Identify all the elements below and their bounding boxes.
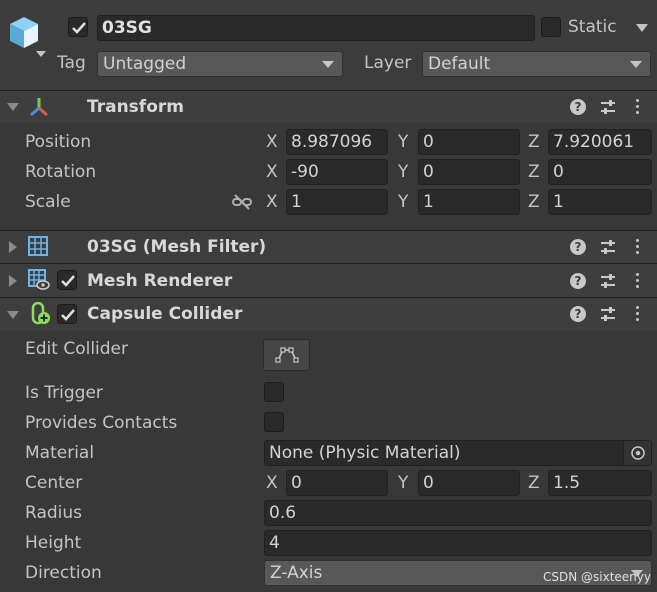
axis-z-label[interactable]: Z: [528, 473, 540, 493]
is-trigger-label: Is Trigger: [25, 383, 103, 403]
mesh-filter-title: 03SG (Mesh Filter): [87, 237, 267, 257]
mesh-filter-icon: [28, 236, 48, 261]
foldout-collapsed-icon[interactable]: [9, 241, 17, 253]
scale-label: Scale: [25, 192, 71, 212]
presets-icon[interactable]: [599, 305, 617, 328]
foldout-expanded-icon[interactable]: [7, 103, 19, 111]
gameobject-cube-icon[interactable]: [6, 14, 48, 63]
help-icon[interactable]: ?: [570, 306, 586, 322]
axis-x-label[interactable]: X: [266, 132, 278, 152]
axis-y-label[interactable]: Y: [398, 473, 408, 493]
height-field[interactable]: 4: [264, 530, 652, 556]
active-checkbox[interactable]: [68, 17, 88, 37]
mesh-renderer-title: Mesh Renderer: [87, 271, 233, 291]
edit-collider-label: Edit Collider: [25, 339, 129, 359]
gameobject-header: 03SG Static Tag Untagged Layer Default: [0, 0, 657, 90]
unlink-icon[interactable]: [231, 193, 253, 216]
position-z-field[interactable]: 7.920061: [548, 129, 652, 155]
foldout-expanded-icon[interactable]: [7, 311, 19, 319]
presets-icon[interactable]: [599, 272, 617, 295]
material-label: Material: [25, 443, 95, 463]
help-icon[interactable]: ?: [570, 273, 586, 289]
mesh-renderer-icon: [28, 269, 50, 296]
chevron-down-icon: [630, 61, 642, 68]
capsule-collider-title: Capsule Collider: [87, 304, 243, 324]
height-label: Height: [25, 533, 82, 553]
rotation-x-field[interactable]: -90: [286, 159, 388, 185]
mesh-renderer-header[interactable]: Mesh Renderer ?: [0, 263, 657, 297]
context-menu-icon[interactable]: [636, 273, 640, 291]
static-label: Static: [568, 17, 617, 37]
scale-z-field[interactable]: 1: [548, 189, 652, 215]
mesh-renderer-enabled-checkbox[interactable]: [57, 270, 77, 290]
material-value: None (Physic Material): [269, 443, 461, 463]
transform-icon: [28, 96, 50, 123]
rotation-z-field[interactable]: 0: [548, 159, 652, 185]
transform-body: Position X 8.987096 Y 0 Z 7.920061 Rotat…: [0, 122, 657, 230]
center-z-field[interactable]: 1.5: [548, 470, 652, 496]
provides-contacts-checkbox[interactable]: [264, 412, 284, 432]
transform-title: Transform: [87, 97, 184, 117]
chevron-down-icon: [322, 61, 334, 68]
provides-contacts-label: Provides Contacts: [25, 413, 178, 433]
position-label: Position: [25, 132, 92, 152]
axis-z-label[interactable]: Z: [528, 162, 540, 182]
help-icon[interactable]: ?: [570, 99, 586, 115]
capsule-collider-icon: [30, 301, 52, 331]
axis-z-label[interactable]: Z: [528, 132, 540, 152]
axis-z-label[interactable]: Z: [528, 192, 540, 212]
center-x-field[interactable]: 0: [286, 470, 388, 496]
layer-label: Layer: [364, 53, 412, 73]
capsule-collider-header[interactable]: Capsule Collider ?: [0, 297, 657, 330]
object-picker-icon[interactable]: [623, 441, 651, 465]
foldout-collapsed-icon[interactable]: [9, 275, 17, 287]
position-y-field[interactable]: 0: [418, 129, 520, 155]
center-y-field[interactable]: 0: [418, 470, 520, 496]
edit-collider-button[interactable]: [263, 339, 310, 371]
tag-label: Tag: [57, 53, 86, 73]
context-menu-icon[interactable]: [636, 306, 640, 324]
axis-x-label[interactable]: X: [266, 473, 278, 493]
scale-y-field[interactable]: 1: [418, 189, 520, 215]
capsule-collider-enabled-checkbox[interactable]: [57, 304, 77, 324]
center-label: Center: [25, 473, 83, 493]
axis-x-label[interactable]: X: [266, 162, 278, 182]
gameobject-name-input[interactable]: 03SG: [97, 15, 535, 41]
context-menu-icon[interactable]: [636, 99, 640, 117]
layer-value: Default: [428, 54, 491, 74]
capsule-collider-body: Edit Collider Is Trigger Provides Contac…: [0, 330, 657, 592]
watermark: CSDN @sixteenyy: [543, 570, 651, 584]
presets-icon[interactable]: [599, 238, 617, 261]
layer-dropdown[interactable]: Default: [422, 51, 651, 77]
scale-x-field[interactable]: 1: [286, 189, 388, 215]
radius-label: Radius: [25, 503, 83, 523]
edit-collider-icon: [275, 347, 299, 363]
radius-field[interactable]: 0.6: [264, 500, 652, 526]
rotation-y-field[interactable]: 0: [418, 159, 520, 185]
transform-header[interactable]: Transform ?: [0, 90, 657, 122]
context-menu-icon[interactable]: [636, 239, 640, 257]
is-trigger-checkbox[interactable]: [264, 382, 284, 402]
direction-label: Direction: [25, 563, 102, 583]
axis-y-label[interactable]: Y: [398, 132, 408, 152]
direction-value: Z-Axis: [270, 563, 323, 583]
material-field[interactable]: None (Physic Material): [264, 440, 652, 466]
static-dropdown-arrow[interactable]: [636, 24, 648, 32]
presets-icon[interactable]: [599, 98, 617, 121]
tag-value: Untagged: [103, 54, 187, 74]
rotation-label: Rotation: [25, 162, 97, 182]
tag-dropdown[interactable]: Untagged: [97, 51, 343, 77]
axis-y-label[interactable]: Y: [398, 162, 408, 182]
position-x-field[interactable]: 8.987096: [286, 129, 388, 155]
help-icon[interactable]: ?: [570, 239, 586, 255]
static-checkbox[interactable]: [541, 17, 561, 37]
mesh-filter-header[interactable]: 03SG (Mesh Filter) ?: [0, 230, 657, 263]
axis-y-label[interactable]: Y: [398, 192, 408, 212]
axis-x-label[interactable]: X: [266, 192, 278, 212]
